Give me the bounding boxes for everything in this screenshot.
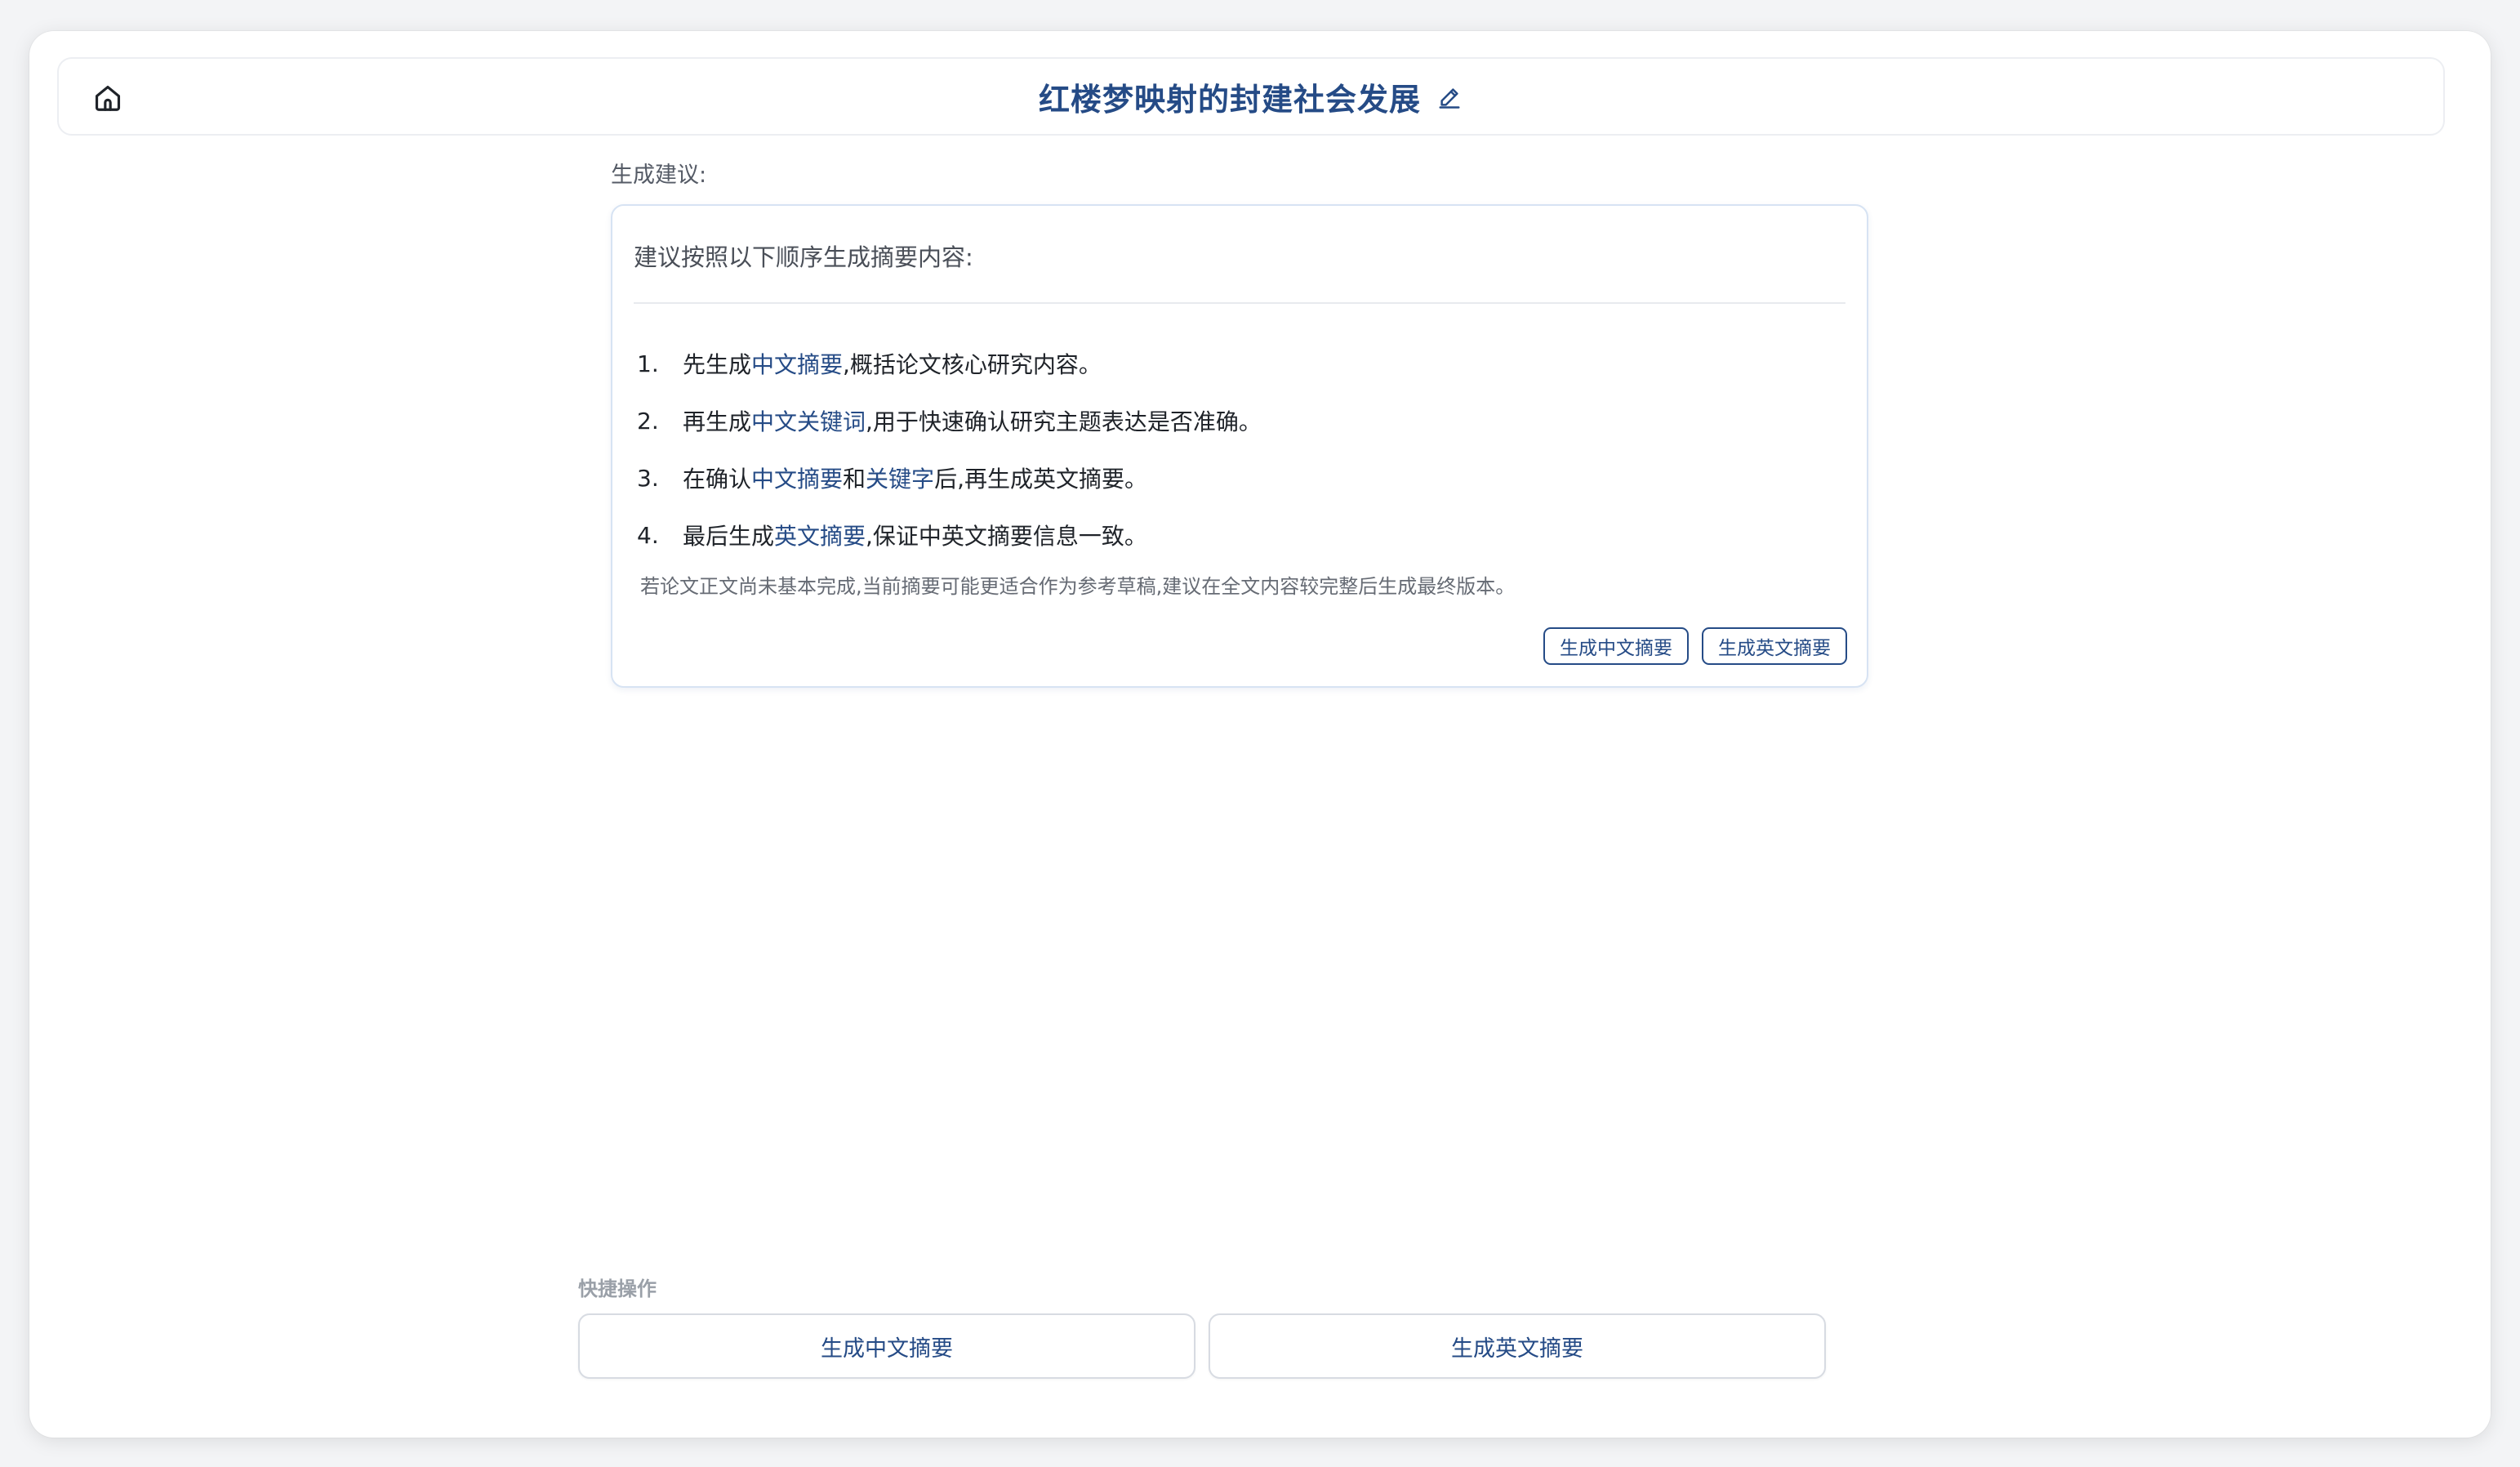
step-item: 2. 再生成 中文关键词 ,用于快速确认研究主题表达是否准确。 (637, 392, 1845, 449)
step-text: ,保证中英文摘要信息一致。 (866, 523, 1147, 550)
step-text: 和 (843, 466, 866, 493)
steps-list: 1. 先生成 中文摘要 ,概括论文核心研究内容。 2. 再生成 中文关键词 ,用于快速确… (637, 335, 1845, 564)
suggestion-intro: 建议按照以下顺序生成摘要内容: (634, 243, 973, 271)
divider (634, 302, 1845, 304)
quick-actions: 生成中文摘要 生成英文摘要 (578, 1313, 1826, 1379)
quick-generate-english-abstract-button[interactable]: 生成英文摘要 (1209, 1313, 1826, 1379)
page-title: 红楼梦映射的封建社会发展 (1038, 81, 1421, 118)
step-text: ,用于快速确认研究主题表达是否准确。 (866, 408, 1262, 435)
step-text: 后,再生成英文摘要。 (934, 466, 1147, 493)
step-text: 先生成 (683, 351, 752, 378)
step-item: 3. 在确认 中文摘要和关键字 后,再生成英文摘要。 (637, 449, 1845, 506)
step-number: 3. (637, 464, 659, 492)
edit-title-button[interactable] (1436, 83, 1463, 111)
step-text: 在确认 (683, 466, 752, 493)
step-highlight: 中文摘要 (751, 466, 844, 493)
app-window: 红楼梦映射的封建社会发展 生成建议: 建议按照以下顺序生成摘要内容: 1. 先生… (29, 31, 2491, 1438)
suggestion-card: 建议按照以下顺序生成摘要内容: 1. 先生成 中文摘要 ,概括论文核心研究内容。 2… (611, 204, 1868, 688)
step-text: 最后生成 (683, 523, 775, 550)
step-highlight: 中文关键词 (751, 408, 866, 435)
generate-english-abstract-button[interactable]: 生成英文摘要 (1702, 627, 1847, 665)
step-number: 1. (637, 350, 659, 377)
step-highlight: 英文摘要 (774, 523, 866, 550)
pencil-icon (1439, 88, 1460, 109)
step-item: 4. 最后生成 英文摘要 ,保证中英文摘要信息一致。 (637, 506, 1845, 564)
step-highlight: 关键字 (866, 466, 935, 493)
step-number: 4. (637, 521, 659, 549)
step-number: 2. (637, 407, 659, 435)
quick-actions-label: 快捷操作 (578, 1277, 657, 1300)
top-bar: 红楼梦映射的封建社会发展 (57, 57, 2445, 136)
card-actions: 生成中文摘要 生成英文摘要 (1543, 627, 1847, 665)
generate-chinese-abstract-button[interactable]: 生成中文摘要 (1543, 627, 1689, 665)
suggestion-note: 若论文正文尚未基本完成,当前摘要可能更适合作为参考草稿,建议在全文内容较完整后生… (640, 575, 1516, 598)
suggestion-label: 生成建议: (611, 163, 707, 188)
quick-generate-chinese-abstract-button[interactable]: 生成中文摘要 (578, 1313, 1195, 1379)
step-highlight: 中文摘要 (751, 351, 844, 378)
title-area: 红楼梦映射的封建社会发展 (59, 59, 2443, 134)
step-item: 1. 先生成 中文摘要 ,概括论文核心研究内容。 (637, 335, 1845, 392)
step-text: 再生成 (683, 408, 752, 435)
step-text: ,概括论文核心研究内容。 (843, 351, 1102, 378)
